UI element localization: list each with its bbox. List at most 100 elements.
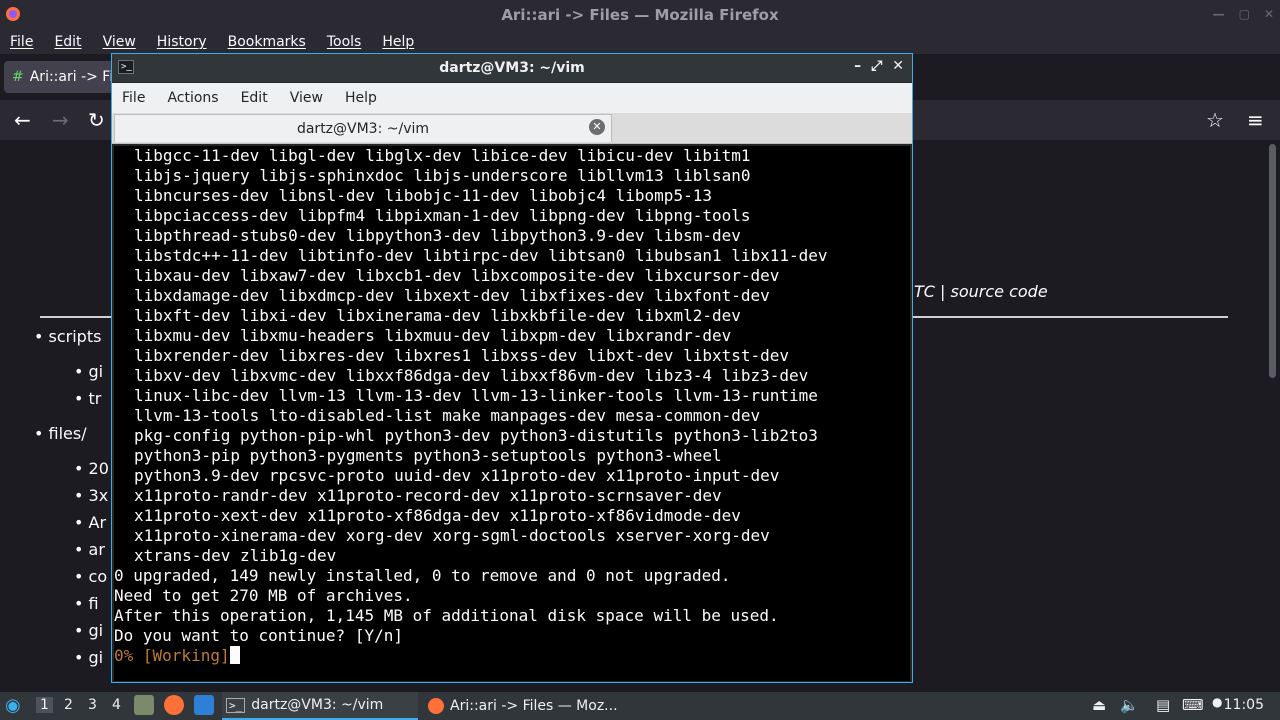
terminal-package-line: python3.9-dev rpcsvc-proto uuid-dev x11p…	[134, 466, 780, 485]
terminal-menu-edit[interactable]: Edit	[231, 90, 280, 106]
terminal-menu-actions[interactable]: Actions	[157, 90, 230, 106]
terminal-package-line: libgcc-11-dev libgl-dev libglx-dev libic…	[134, 146, 751, 165]
terminal-window: >_ dartz@VM3: ~/vim – ⤢ ✕ File Actions E…	[111, 53, 913, 683]
browser-tab[interactable]: # Ari::ari -> Fi	[4, 61, 124, 93]
menu-file[interactable]: File	[0, 34, 44, 50]
terminal-package-line: xtrans-dev zlib1g-dev	[134, 546, 337, 565]
page-list-item[interactable]: • fi	[74, 594, 99, 613]
firefox-titlebar: Ari::ari -> Files — Mozilla Firefox — ▢ …	[0, 0, 1280, 30]
page-list-item[interactable]: • 3x	[74, 486, 108, 505]
notification-icon[interactable]: ●	[1212, 695, 1222, 709]
terminal-titlebar: >_ dartz@VM3: ~/vim – ⤢ ✕	[112, 54, 912, 82]
page-scrollbar[interactable]	[1269, 144, 1276, 378]
workspace-3[interactable]: 3	[88, 697, 97, 713]
workspace-4[interactable]: 4	[112, 697, 121, 713]
firefox-menubar: File Edit View History Bookmarks Tools H…	[0, 30, 1280, 54]
terminal-package-line: libxau-dev libxaw7-dev libxcb1-dev libxc…	[134, 266, 780, 285]
page-list-item[interactable]: • Ar	[74, 513, 106, 532]
terminal-package-line: libxv-dev libxvmc-dev libxxf86dga-dev li…	[134, 366, 809, 385]
terminal-output[interactable]: libgcc-11-dev libgl-dev libglx-dev libic…	[114, 146, 910, 681]
forward-icon[interactable]: →	[52, 108, 69, 132]
maximize-icon[interactable]: ⤢	[871, 58, 882, 74]
source-code-link[interactable]: TC | source code	[914, 282, 1048, 301]
menu-view[interactable]: View	[93, 34, 147, 50]
task-terminal[interactable]: >_ dartz@VM3: ~/vim	[222, 692, 418, 720]
menu-history[interactable]: History	[147, 34, 218, 50]
terminal-icon: >_	[226, 697, 246, 713]
terminal-package-line: libpciaccess-dev libpfm4 libpixman-1-dev…	[134, 206, 751, 225]
firefox-window-title: Ari::ari -> Files — Mozilla Firefox	[501, 6, 779, 24]
terminal-package-line: libxrender-dev libxres-dev libxres1 libx…	[134, 346, 790, 365]
terminal-package-line: libncurses-dev libnsl-dev libobjc-11-dev…	[134, 186, 712, 205]
page-list-item[interactable]: • co	[74, 567, 107, 586]
menu-bookmarks[interactable]: Bookmarks	[218, 34, 317, 50]
menu-tools[interactable]: Tools	[317, 34, 373, 50]
terminal-window-title: dartz@VM3: ~/vim	[439, 60, 585, 76]
maximize-icon[interactable]: ▢	[1239, 7, 1250, 21]
terminal-package-line: x11proto-xext-dev x11proto-xf86dga-dev x…	[134, 506, 741, 525]
volume-icon[interactable]: 🔈	[1120, 696, 1139, 714]
terminal-tabbar: dartz@VM3: ~/vim ✕	[112, 113, 912, 144]
task-firefox-label: Ari::ari -> Files — Moz...	[450, 698, 618, 714]
page-list-item[interactable]: • 20	[74, 459, 109, 478]
close-icon[interactable]: ✕	[1264, 7, 1274, 21]
hash-icon: #	[12, 69, 24, 85]
clipboard-icon[interactable]: ▤	[1156, 696, 1170, 714]
terminal-progress-line: 0% [Working]	[114, 646, 910, 666]
firefox-icon	[428, 698, 444, 714]
back-icon[interactable]: ←	[14, 108, 31, 132]
progress-text: 0% [Working]	[114, 646, 230, 665]
terminal-window-controls: – ⤢ ✕	[854, 58, 904, 74]
hamburger-menu-icon[interactable]: ≡	[1247, 108, 1264, 132]
terminal-package-line: python3-pip python3-pygments python3-set…	[134, 446, 722, 465]
workspace-2[interactable]: 2	[64, 697, 73, 713]
terminal-package-line: llvm-13-tools lto-disabled-list make man…	[134, 406, 761, 425]
terminal-package-line: pkg-config python-pip-whl python3-dev py…	[134, 426, 818, 445]
workspace-1[interactable]: 1	[36, 697, 53, 713]
page-list-item[interactable]: • gi	[74, 648, 103, 667]
terminal-tab-label: dartz@VM3: ~/vim	[296, 120, 430, 137]
terminal-tab[interactable]: dartz@VM3: ~/vim ✕	[114, 114, 612, 142]
file-manager-icon[interactable]	[134, 695, 154, 715]
page-list-item[interactable]: • gi	[74, 362, 103, 381]
text-cursor	[229, 646, 240, 664]
close-icon[interactable]: ✕	[892, 58, 904, 74]
terminal-summary-line: After this operation, 1,145 MB of additi…	[114, 606, 779, 625]
close-tab-icon[interactable]: ✕	[589, 119, 605, 135]
terminal-menu-file[interactable]: File	[112, 90, 157, 106]
taskbar: ◉ 1 2 3 4 >_ dartz@VM3: ~/vim Ari::ari -…	[0, 692, 1280, 720]
terminal-summary-line: Need to get 270 MB of archives.	[114, 586, 413, 605]
clock: 11:05	[1223, 697, 1264, 713]
keyboard-icon[interactable]: ⌨	[1182, 696, 1204, 714]
terminal-package-line: libxmu-dev libxmu-headers libxmuu-dev li…	[134, 326, 732, 345]
terminal-package-line: x11proto-randr-dev x11proto-record-dev x…	[134, 486, 722, 505]
task-terminal-label: dartz@VM3: ~/vim	[251, 697, 384, 713]
terminal-menubar: File Actions Edit View Help	[112, 83, 912, 113]
task-firefox[interactable]: Ari::ari -> Files — Moz...	[424, 692, 620, 720]
terminal-package-line: x11proto-xinerama-dev xorg-dev xorg-sgml…	[134, 526, 770, 545]
menu-help[interactable]: Help	[372, 34, 425, 50]
terminal-summary-line: Do you want to continue? [Y/n]	[114, 626, 403, 645]
page-list-item: • files/	[34, 424, 87, 443]
terminal-package-line: libpthread-stubs0-dev libpython3-dev lib…	[134, 226, 741, 245]
firefox-launcher-icon[interactable]	[164, 695, 184, 715]
bookmark-star-icon[interactable]: ☆	[1206, 108, 1224, 132]
terminal-package-line: linux-libc-dev llvm-13 llvm-13-dev llvm-…	[134, 386, 818, 405]
firefox-window-controls: — ▢ ✕	[1213, 7, 1274, 21]
page-list-item[interactable]: • gi	[74, 621, 103, 640]
desktop-icon[interactable]	[194, 695, 214, 715]
minimize-icon[interactable]: —	[1213, 7, 1225, 21]
minimize-icon[interactable]: –	[854, 58, 861, 74]
reload-icon[interactable]: ↻	[88, 108, 105, 132]
page-list-item: • scripts	[34, 327, 102, 346]
menu-edit[interactable]: Edit	[44, 34, 92, 50]
page-list-item[interactable]: • ar	[74, 540, 105, 559]
terminal-menu-help[interactable]: Help	[335, 90, 389, 106]
page-list-item[interactable]: • tr	[74, 389, 101, 408]
terminal-package-line: libxft-dev libxi-dev libxinerama-dev lib…	[134, 306, 741, 325]
start-menu-icon[interactable]: ◉	[5, 695, 27, 717]
terminal-package-line: libxdamage-dev libxdmcp-dev libxext-dev …	[134, 286, 770, 305]
terminal-package-line: libjs-jquery libjs-sphinxdoc libjs-under…	[134, 166, 751, 185]
terminal-menu-view[interactable]: View	[280, 90, 335, 106]
tray-arrow-icon[interactable]: ⏏	[1092, 696, 1106, 714]
